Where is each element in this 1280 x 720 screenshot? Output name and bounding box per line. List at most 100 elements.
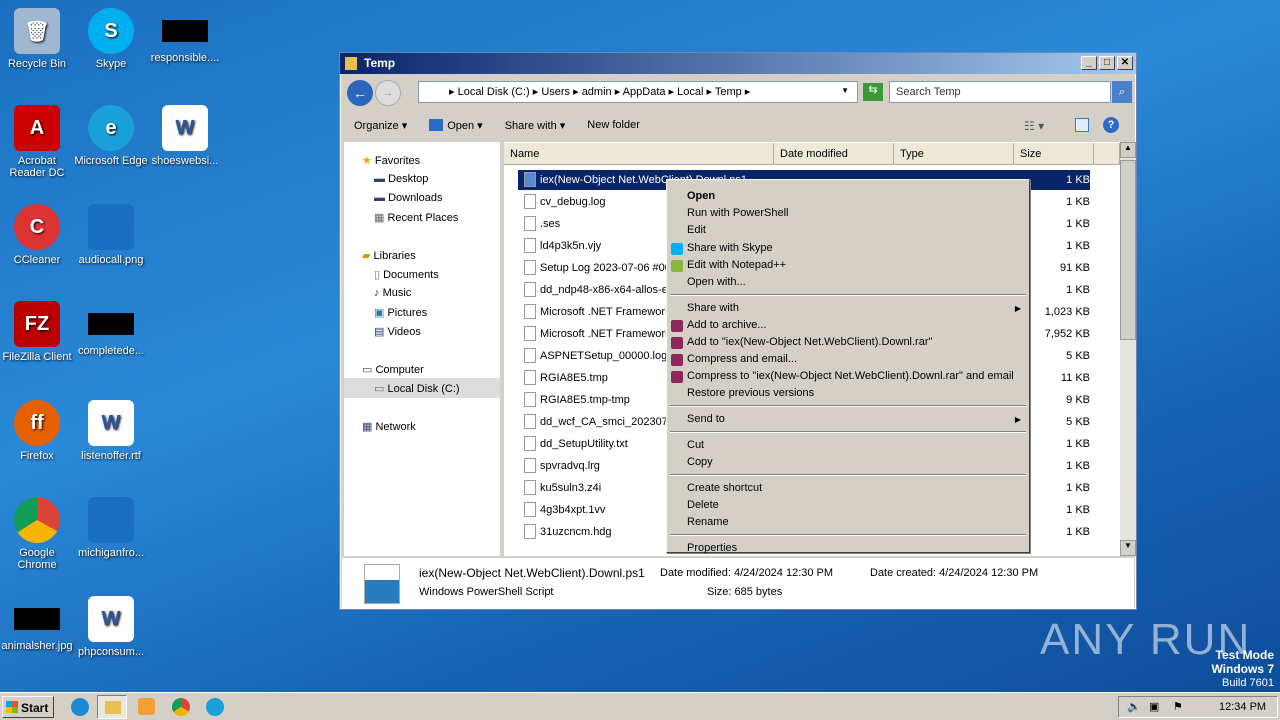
taskbar-explorer-button[interactable] [97,695,127,719]
desktop-icon-responsible[interactable]: responsible.... [148,8,222,64]
scroll-up-arrow[interactable]: ▲ [1120,142,1136,158]
desktop-icon-filezilla[interactable]: FZ FileZilla Client [0,301,74,363]
context-menu-item[interactable]: Compress to "iex(New-Object Net.WebClien… [687,370,1014,382]
context-menu-item[interactable]: Run with PowerShell [687,207,789,219]
new-folder-button[interactable]: New folder [587,119,640,133]
open-button[interactable]: Open ▾ [429,119,483,133]
context-menu-item[interactable]: Compress and email... [687,353,797,365]
pictures-icon: ▣ [374,307,388,319]
nav-favorites[interactable]: ★ Favorites [362,154,420,167]
context-menu-item[interactable]: Copy [687,456,713,468]
nav-libraries[interactable]: ▰ Libraries [362,249,416,262]
skype-icon: S [88,8,134,54]
desktop-icon-firefox[interactable]: ff Firefox [0,400,74,462]
powershell-file-icon [524,172,536,187]
nav-desktop[interactable]: ▬ Desktop [374,173,428,185]
nav-label: Local Disk (C:) [387,383,460,395]
details-size: Size: 685 bytes [707,586,783,598]
share-with-button[interactable]: Share with ▾ [505,119,566,133]
desktop-icon-acrobat[interactable]: A Acrobat Reader DC [0,105,74,179]
context-menu-item[interactable]: Add to archive... [687,319,767,331]
clock[interactable]: 12:34 PM [1219,701,1266,713]
context-menu-item[interactable]: Rename [687,516,729,528]
nav-videos[interactable]: ▤ Videos [374,325,421,338]
computer-icon: ▭ [362,364,376,376]
flag-icon[interactable]: ⚑ [1173,700,1183,713]
context-menu-item[interactable]: Properties [687,542,737,554]
desktop-icon-chrome[interactable]: Google Chrome [0,497,74,571]
icon-label: Acrobat Reader DC [9,155,65,179]
context-menu-item[interactable]: Edit with Notepad++ [687,259,786,271]
context-menu-item[interactable]: Share with [687,302,739,314]
scroll-thumb[interactable] [1120,160,1136,340]
context-menu-item[interactable]: Open [687,190,715,202]
refresh-button[interactable]: ⇆ [863,83,883,101]
address-bar[interactable]: ▸ Local Disk (C:) ▸ Users ▸ admin ▸ AppD… [418,81,858,103]
preview-pane-icon[interactable] [1075,118,1089,132]
minimize-button[interactable]: _ [1081,56,1097,70]
nav-recent-places[interactable]: ▦ Recent Places [374,211,458,224]
taskbar-edge-icon[interactable] [206,698,224,716]
vertical-scrollbar[interactable]: ▲ ▼ [1120,142,1136,556]
column-header-date-modified[interactable]: Date modified [774,143,894,165]
windows-logo-icon [6,701,18,713]
desktop-icon-skype[interactable]: S Skype [74,8,148,70]
organize-button[interactable]: Organize ▾ [354,119,407,133]
start-button[interactable]: Start [2,696,54,718]
search-input[interactable]: Search Temp [889,81,1111,103]
desktop-icon-listenoffer[interactable]: Wlistenoffer.rtf [74,400,148,462]
desktop-icon-ccleaner[interactable]: C CCleaner [0,204,74,266]
column-header-size[interactable]: Size [1014,143,1094,165]
volume-icon[interactable]: 🔈 [1127,700,1141,713]
search-icon[interactable]: ⌕ [1112,81,1132,103]
context-menu-item[interactable]: Cut [687,439,704,451]
nav-documents[interactable]: ▯ Documents [374,268,439,281]
context-menu-item[interactable]: Delete [687,499,719,511]
nav-network[interactable]: ▦ Network [362,420,416,433]
taskbar-ie-icon[interactable] [71,698,89,716]
documents-icon: ▯ [374,269,384,281]
taskbar-chrome-icon[interactable] [172,698,190,716]
word-doc-icon: W [162,105,208,151]
context-menu-item[interactable]: Send to [687,413,725,425]
desktop-icon-michiganfro[interactable]: michiganfro... [74,497,148,559]
back-button[interactable]: ← [347,80,373,106]
desktop-icon-completede[interactable]: completede... [74,301,148,357]
nav-downloads[interactable]: ▬ Downloads [374,192,442,204]
context-menu-item[interactable]: Open with... [687,276,746,288]
context-menu-item[interactable]: Add to "iex(New-Object Net.WebClient).Do… [687,336,932,348]
desktop-icon-animalsher[interactable]: animalsher.jpg [0,596,74,652]
edge-icon: e [88,105,134,151]
breadcrumb[interactable]: ▸ Local Disk (C:) ▸ Users ▸ admin ▸ AppD… [449,86,750,98]
context-menu-item[interactable]: Share with Skype [687,242,773,254]
context-menu-item[interactable]: Edit [687,224,706,236]
nav-music[interactable]: ♪ Music [374,287,411,299]
column-header-name[interactable]: Name [504,143,774,165]
icon-label: Google Chrome [17,547,57,571]
file-size: 1 KB [1066,174,1090,186]
column-header-type[interactable]: Type [894,143,1014,165]
maximize-button[interactable]: □ [1099,56,1115,70]
context-menu-item[interactable]: Restore previous versions [687,387,814,399]
desktop-icon-shoeswebsi[interactable]: Wshoeswebsi... [148,105,222,167]
forward-button[interactable]: → [375,80,401,106]
desktop-icon-recycle-bin[interactable]: 🗑 Recycle Bin [0,8,74,70]
desktop-icon-edge[interactable]: e Microsoft Edge [74,105,148,167]
help-icon[interactable]: ? [1103,117,1119,133]
close-button[interactable]: ✕ [1117,56,1133,70]
file-size: 5 KB [1066,416,1090,428]
nav-pictures[interactable]: ▣ Pictures [374,306,427,319]
scroll-down-arrow[interactable]: ▼ [1120,540,1136,556]
desktop-icon-phpconsum[interactable]: Wphpconsum... [74,596,148,658]
title-bar[interactable]: Temp _ □ ✕ [340,53,1136,74]
taskbar-media-player-icon[interactable] [138,698,155,715]
context-menu-item[interactable]: Create shortcut [687,482,762,494]
nav-computer[interactable]: ▭ Computer [362,363,424,376]
address-dropdown-icon[interactable]: ▼ [841,86,849,95]
desktop-icon-audiocall[interactable]: audiocall.png [74,204,148,266]
file-icon [524,194,536,209]
network-tray-icon[interactable]: ▣ [1149,700,1159,713]
view-options-icon[interactable]: ☷ ▾ [1024,119,1044,133]
nav-local-disk[interactable]: ▭ Local Disk (C:) [344,378,500,398]
menu-separator [670,294,1026,296]
